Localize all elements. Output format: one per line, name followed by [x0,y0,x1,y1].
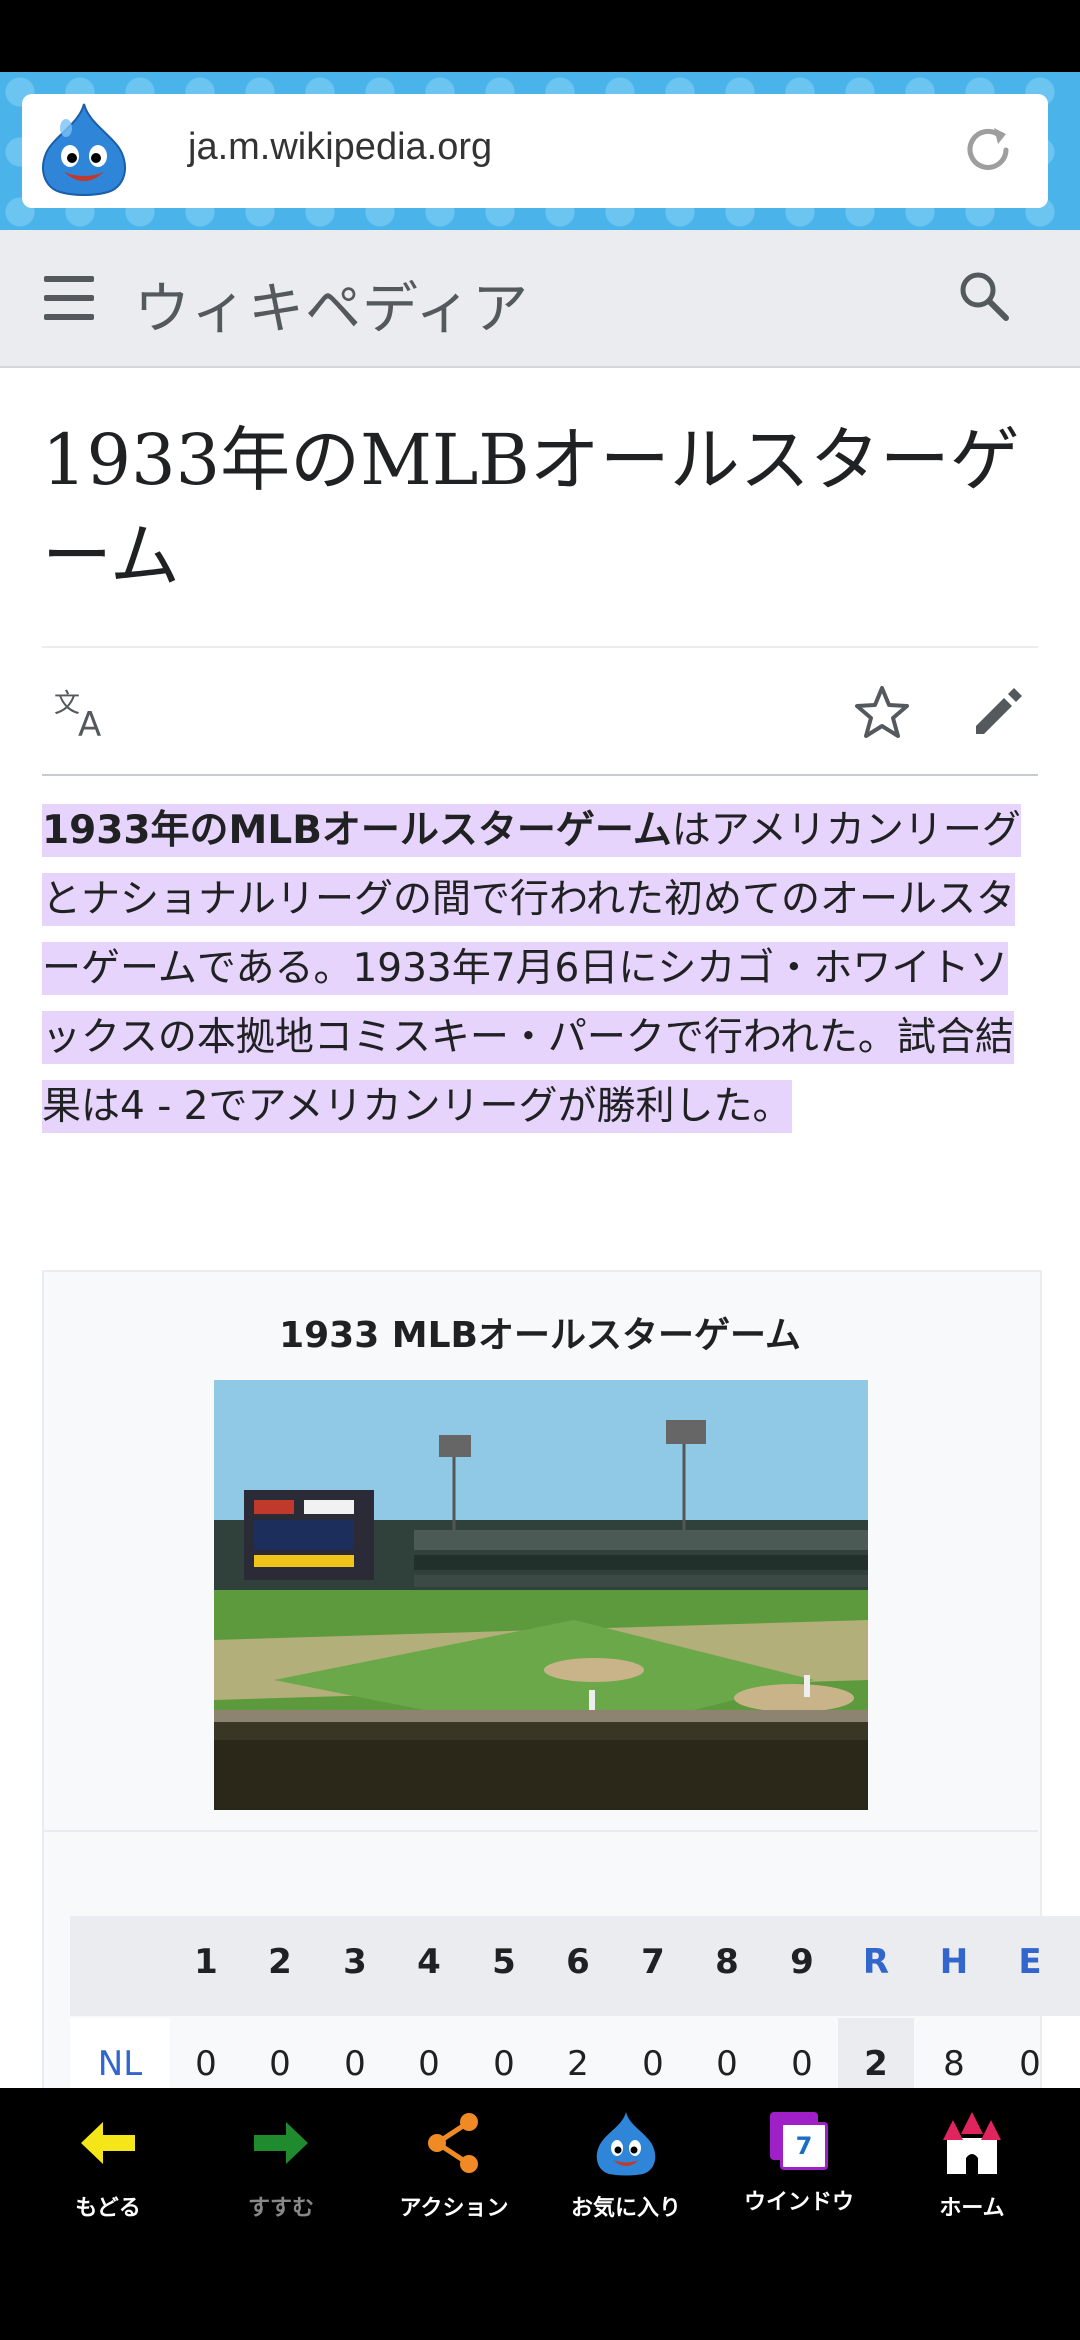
hits-header-link[interactable]: H [924,1942,984,1982]
errors-header-link[interactable]: E [1000,1942,1060,1982]
reload-icon[interactable] [958,120,1018,180]
nav-label: もどる [75,2196,141,2221]
inning-score: 0 [791,2044,813,2084]
inning-header: 7 [641,1942,665,1982]
back-arrow-icon [81,2122,135,2164]
inning-score: 0 [493,2044,515,2084]
home-button[interactable]: ホーム [892,2108,1052,2222]
inning-score: 0 [418,2044,440,2084]
inning-header: 9 [790,1942,814,1982]
inning-header: 1 [194,1942,218,1982]
site-logo[interactable]: ウィキペディア [134,264,529,345]
divider [42,774,1038,776]
translate-icon[interactable]: 文 A [54,686,114,740]
castle-home-icon [943,2112,1001,2174]
intro-paragraph: 1933年のMLBオールスターゲームはアメリカンリーグとナショナルリーグの間で行… [42,796,1042,1141]
address-bar[interactable] [22,94,1048,208]
nav-label: ウインドウ [743,2190,854,2215]
divider [42,646,1038,648]
nav-label: お気に入り [570,2196,681,2221]
svg-text:A: A [78,705,101,740]
action-button[interactable]: アクション [374,2108,534,2222]
nav-label: すすむ [247,2196,314,2221]
inning-header: 6 [566,1942,590,1982]
stadium-photo[interactable] [214,1380,868,1810]
infobox-title: 1933 MLBオールスターゲーム [279,1315,801,1356]
window-count-badge: 7 [780,2122,828,2170]
divider [44,1830,1038,1832]
inning-header: 2 [268,1942,292,1982]
errors-total: 0 [1019,2044,1041,2084]
inning-score: 0 [195,2044,217,2084]
nav-label: アクション [399,2196,509,2221]
status-bar [0,0,1080,72]
url-text[interactable]: ja.m.wikipedia.org [188,126,492,169]
intro-text: はアメリカンリーグとナショナルリーグの間で行われた初めてのオールスターゲームであ… [42,808,1021,1129]
slime-favorite-icon [596,2112,656,2176]
inning-score: 0 [642,2044,664,2084]
menu-icon[interactable] [44,276,96,320]
forward-arrow-icon [254,2122,308,2164]
hits-total: 8 [943,2044,965,2084]
team-link-nl[interactable]: NL [90,2044,150,2084]
inning-score: 0 [344,2044,366,2084]
share-icon [428,2113,478,2173]
window-icon: 7 [764,2108,834,2178]
window-button[interactable]: 7 ウインドウ [719,2108,879,2216]
nav-label: ホーム [939,2196,1005,2221]
star-icon[interactable] [852,682,912,742]
inning-score: 0 [269,2044,291,2084]
inning-header: 3 [343,1942,367,1982]
forward-button[interactable]: すすむ [201,2108,361,2222]
page-title: 1933年のMLBオールスターゲーム [42,419,1020,597]
search-icon[interactable] [956,268,1012,324]
inning-header: 8 [715,1942,739,1982]
inning-score: 0 [716,2044,738,2084]
back-button[interactable]: もどる [28,2108,188,2222]
intro-bold-term: 1933年のMLBオールスターゲーム [42,808,672,853]
slime-logo-icon[interactable] [34,100,134,200]
runs-total: 2 [864,2044,888,2084]
inning-score: 2 [567,2044,589,2084]
edit-icon[interactable] [968,682,1028,742]
inning-header: 5 [492,1942,516,1982]
svg-text:文: 文 [54,689,80,719]
runs-header-link[interactable]: R [846,1942,906,1982]
inning-header: 4 [417,1942,441,1982]
favorites-button[interactable]: お気に入り [546,2108,706,2222]
